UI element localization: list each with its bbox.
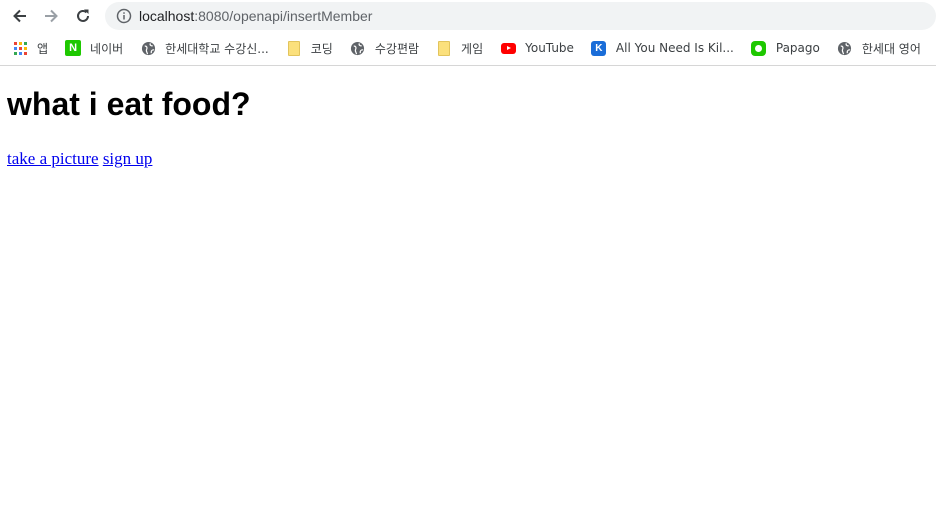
globe-icon [350,40,366,56]
bookmark-hansei-english[interactable]: 한세대 영어 [837,34,921,62]
bookmark-label: 앱 [37,41,49,56]
globe-icon [140,40,156,56]
browser-chrome: localhost:8080/openapi/insertMember 앱 N … [0,0,936,66]
bookmark-papago[interactable]: Papago [751,34,820,62]
browser-toolbar: localhost:8080/openapi/insertMember [0,0,936,31]
address-bar[interactable]: localhost:8080/openapi/insertMember [104,1,936,30]
bookmark-naver[interactable]: N 네이버 [65,34,123,62]
folder-icon [286,40,302,56]
bookmark-folder-coding[interactable]: 코딩 [286,34,333,62]
reload-button[interactable] [67,0,99,31]
page-content: what i eat food? take a picture sign up [0,66,936,177]
papago-icon [751,40,767,56]
bookmark-label: 게임 [461,41,484,56]
bookmark-label: 네이버 [90,41,124,56]
bookmark-label: 코딩 [310,41,333,56]
bookmark-label: All You Need Is Kil... [615,41,734,55]
apps-grid-icon [12,40,28,56]
arrow-right-icon [45,9,59,22]
url-host: localhost [138,7,195,24]
info-icon[interactable] [115,7,133,25]
bookmark-label: Papago [775,41,820,55]
bookmark-folder-game[interactable]: 게임 [436,34,483,62]
bookmark-course-catalog[interactable]: 수강편람 [350,34,419,62]
url-text[interactable]: localhost:8080/openapi/insertMember [139,8,373,24]
k-icon: K [591,40,607,56]
bookmark-label: 한세대학교 수강신... [165,41,269,56]
naver-icon: N [65,40,82,56]
forward-button[interactable] [36,0,68,31]
bookmark-label: YouTube [525,41,574,55]
nav-links: take a picture sign up [7,149,929,169]
sign-up-link[interactable]: sign up [103,149,153,168]
page-title: what i eat food? [7,86,251,122]
globe-icon [837,40,853,56]
reload-icon [77,9,90,22]
bookmark-apps[interactable]: 앱 [12,34,48,62]
bookmark-hansei-registration[interactable]: 한세대학교 수강신... [140,34,269,62]
back-button[interactable] [4,0,36,31]
url-path: :8080/openapi/insertMember [194,7,373,24]
bookmark-youtube[interactable]: YouTube [500,34,574,62]
take-picture-link[interactable]: take a picture [7,149,99,168]
bookmark-label: 한세대 영어 [861,41,921,56]
bookmark-label: 수강편람 [374,41,420,56]
folder-icon [436,40,452,56]
arrow-left-icon [12,9,26,22]
bookmarks-bar: 앱 N 네이버 한세대학교 수강신... 코딩 수강편람 게임 YouTube … [0,31,936,65]
youtube-icon [500,40,516,56]
bookmark-all-you-need[interactable]: K All You Need Is Kil... [591,34,734,62]
